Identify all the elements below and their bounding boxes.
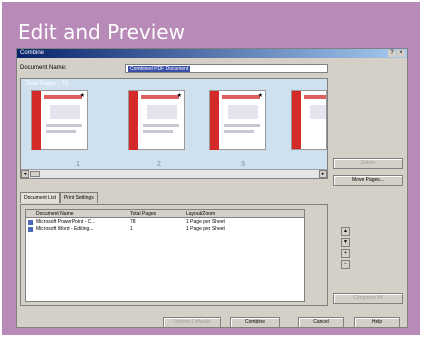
document-name-label: Document Name: xyxy=(20,65,67,71)
column-header-document-name[interactable]: Document Name xyxy=(36,210,74,218)
scroll-left-icon[interactable]: ◂ xyxy=(21,170,29,178)
document-layout: 1 Page per Sheet xyxy=(186,219,225,225)
cancel-button[interactable]: Cancel xyxy=(298,317,344,328)
scroll-thumb[interactable] xyxy=(30,171,40,177)
delete-button[interactable]: Delete xyxy=(333,158,403,169)
slide-text-line xyxy=(46,124,82,127)
slide-text-line xyxy=(46,130,76,133)
page-thumbnail[interactable]: ★ xyxy=(209,90,266,150)
slide-text-line xyxy=(224,124,260,127)
title-controls: ? × xyxy=(388,50,405,57)
slide-title: Edit and Preview xyxy=(18,20,185,44)
star-icon: ★ xyxy=(176,93,182,99)
slide-image xyxy=(310,105,326,119)
column-header-layout-zoom[interactable]: Layout/Zoom xyxy=(186,210,215,218)
slide-accent-bar xyxy=(210,91,219,150)
list-item[interactable]: Microsoft Word - Editing... 1 1 Page per… xyxy=(26,226,304,233)
document-name: Microsoft PowerPoint - C... xyxy=(36,219,96,225)
slide-text-line xyxy=(143,130,173,133)
slide-accent-bar xyxy=(292,91,301,149)
tab-strip: Document List Print Settings xyxy=(20,192,98,203)
page-number: 3 xyxy=(241,161,245,168)
move-up-icon[interactable]: ▲ xyxy=(341,227,350,236)
page-preview-pane[interactable]: Total Pages : 79 ★ ★ ★ 1 2 3 ◂ ▸ xyxy=(20,78,328,179)
page-number: 2 xyxy=(157,161,161,168)
slide-image xyxy=(228,105,258,119)
document-name-value: Combined PDF Document xyxy=(128,66,191,72)
document-layout: 1 Page per Sheet xyxy=(186,226,225,232)
add-icon[interactable]: + xyxy=(341,249,350,258)
document-name: Microsoft Word - Editing... xyxy=(36,226,94,232)
combine-button[interactable]: Combine xyxy=(230,317,280,328)
slide-title-bar xyxy=(304,95,326,99)
page-thumbnail[interactable]: ★ xyxy=(128,90,185,150)
slide-title-bar xyxy=(141,95,179,99)
document-pages: 1 xyxy=(130,226,133,232)
star-icon: ★ xyxy=(257,93,263,99)
move-down-icon[interactable]: ▼ xyxy=(341,238,350,247)
move-pages-button[interactable]: Move Pages... xyxy=(333,175,403,186)
star-icon: ★ xyxy=(79,93,85,99)
document-pages: 78 xyxy=(130,219,136,225)
list-item[interactable]: Microsoft PowerPoint - C... 78 1 Page pe… xyxy=(26,219,304,226)
page-thumbnail[interactable] xyxy=(291,90,327,150)
tab-print-settings[interactable]: Print Settings xyxy=(59,192,98,203)
total-pages-label: Total Pages : 79 xyxy=(25,81,69,87)
slide-image xyxy=(147,105,177,119)
dialog-title: Combine xyxy=(20,50,45,56)
remove-icon[interactable]: − xyxy=(341,260,350,269)
list-side-controls: ▲ ▼ + − xyxy=(341,227,350,271)
dialog-titlebar[interactable]: Combine ? × xyxy=(17,49,407,58)
slide-accent-bar xyxy=(32,91,41,150)
column-header-total-pages[interactable]: Total Pages xyxy=(130,210,156,218)
list-header: Document Name Total Pages Layout/Zoom xyxy=(26,210,304,218)
page-thumbnail[interactable]: ★ xyxy=(31,90,88,150)
slide-title-bar xyxy=(222,95,260,99)
close-icon[interactable]: × xyxy=(397,50,405,57)
slide-text-line xyxy=(224,130,254,133)
document-icon xyxy=(28,227,33,232)
help-button[interactable]: Help xyxy=(354,317,400,328)
page-number: 1 xyxy=(76,161,80,168)
tab-document-list[interactable]: Document List xyxy=(20,192,60,203)
slide-frame: Edit and Preview Combine ? × Document Na… xyxy=(2,2,420,335)
document-icon xyxy=(28,220,33,225)
slide-accent-bar xyxy=(129,91,138,150)
document-list-panel: Document Name Total Pages Layout/Zoom Mi… xyxy=(20,204,328,306)
slide-title-bar xyxy=(44,95,82,99)
compress-button[interactable]: Compress All xyxy=(333,293,403,304)
document-list[interactable]: Document Name Total Pages Layout/Zoom Mi… xyxy=(25,209,305,302)
document-name-input[interactable]: Combined PDF Document xyxy=(125,64,328,73)
slide-text-line xyxy=(143,124,179,127)
slide-image xyxy=(50,105,80,119)
scroll-right-icon[interactable]: ▸ xyxy=(319,170,327,178)
help-icon[interactable]: ? xyxy=(388,50,396,57)
options-defaults-button[interactable]: Options Defaults xyxy=(163,317,221,328)
preview-scrollbar[interactable]: ◂ ▸ xyxy=(21,169,327,178)
combine-dialog: Combine ? × Document Name: Combined PDF … xyxy=(16,48,408,328)
